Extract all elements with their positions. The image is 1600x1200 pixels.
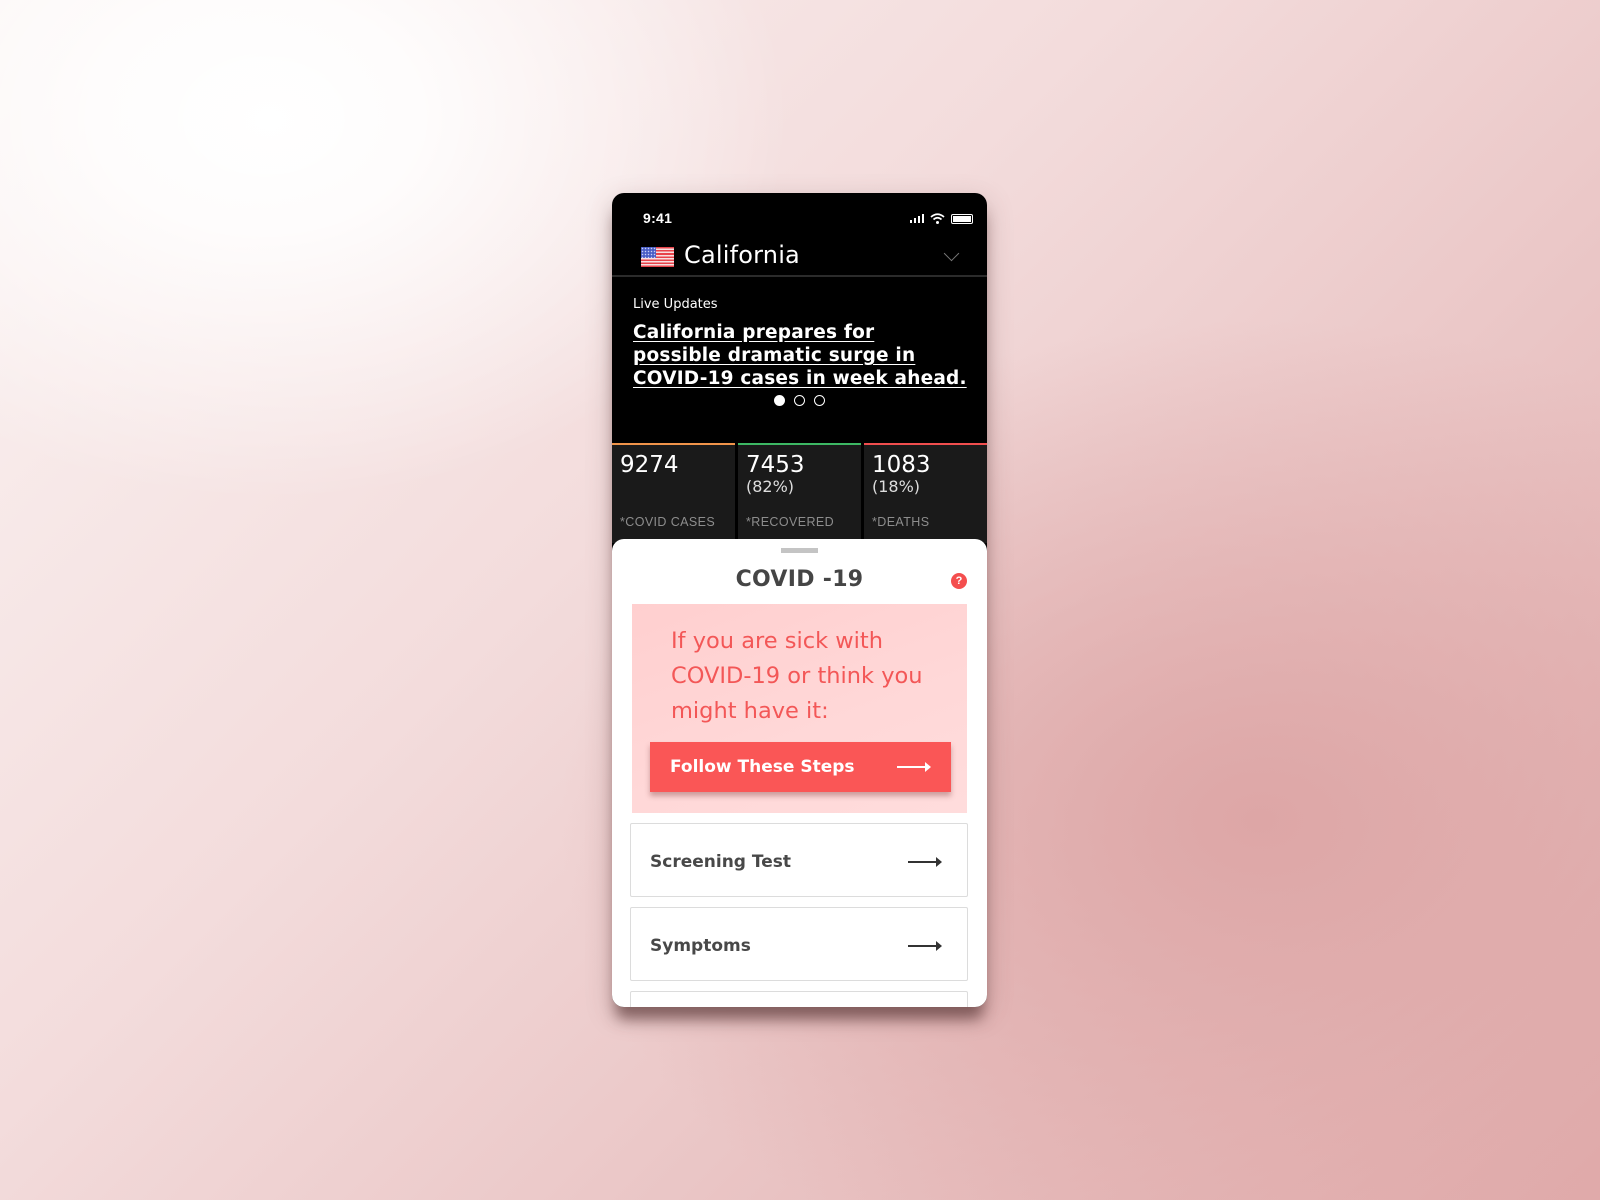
arrow-right-icon [908, 857, 942, 867]
stat-recovered: 7453 (82%) *RECOVERED [738, 443, 861, 543]
stat-value: 7453 [746, 452, 805, 478]
battery-icon [951, 213, 973, 224]
follow-steps-button[interactable]: Follow These Steps [650, 742, 951, 792]
wifi-icon [930, 213, 945, 224]
stat-label: *DEATHS [872, 515, 930, 529]
us-flag-icon [641, 247, 674, 267]
stat-percent: (82%) [746, 477, 795, 496]
status-time: 9:41 [643, 210, 673, 226]
news-headline-link[interactable]: California prepares for possible dramati… [633, 321, 967, 390]
chevron-down-icon[interactable] [943, 245, 960, 262]
stat-covid-cases: 9274 *COVID CASES [612, 443, 735, 543]
sheet-drag-handle[interactable] [781, 548, 818, 553]
arrow-right-icon [908, 941, 942, 951]
stat-label: *COVID CASES [620, 515, 716, 529]
menu-item-screening-test[interactable]: Screening Test [630, 823, 968, 897]
cellular-signal-icon [909, 214, 924, 223]
menu-item-label: Symptoms [650, 936, 751, 956]
status-bar: 9:41 [612, 193, 987, 243]
sheet-title: COVID -19 [735, 567, 864, 592]
live-updates-label: Live Updates [633, 297, 718, 312]
phone-frame: 9:41 California Live Updates California … [612, 193, 987, 1007]
carousel-dot-2[interactable] [794, 395, 805, 406]
location-name: California [684, 241, 800, 269]
stat-deaths: 1083 (18%) *DEATHS [864, 443, 987, 543]
stat-label: *RECOVERED [746, 515, 835, 529]
follow-steps-label: Follow These Steps [670, 757, 855, 777]
arrow-right-icon [897, 762, 931, 772]
menu-item-symptoms[interactable]: Symptoms [630, 907, 968, 981]
status-icons [909, 213, 973, 224]
carousel-dot-1[interactable] [774, 395, 785, 406]
carousel-dots [612, 395, 987, 406]
menu-item-label: Screening Test [650, 852, 791, 872]
sick-alert-card: If you are sick with COVID-19 or think y… [632, 604, 967, 813]
stat-value: 9274 [620, 452, 679, 478]
stats-row: 9274 *COVID CASES 7453 (82%) *RECOVERED … [612, 443, 987, 543]
carousel-dot-3[interactable] [814, 395, 825, 406]
help-icon[interactable]: ? [951, 573, 967, 589]
menu-item-partial[interactable] [630, 991, 968, 1007]
live-updates-carousel: Live Updates California prepares for pos… [612, 277, 987, 443]
stat-percent: (18%) [872, 477, 921, 496]
stat-value: 1083 [872, 452, 931, 478]
location-selector[interactable]: California [612, 241, 987, 277]
bottom-sheet: COVID -19 ? If you are sick with COVID-1… [612, 539, 987, 1007]
alert-text: If you are sick with COVID-19 or think y… [671, 628, 923, 724]
